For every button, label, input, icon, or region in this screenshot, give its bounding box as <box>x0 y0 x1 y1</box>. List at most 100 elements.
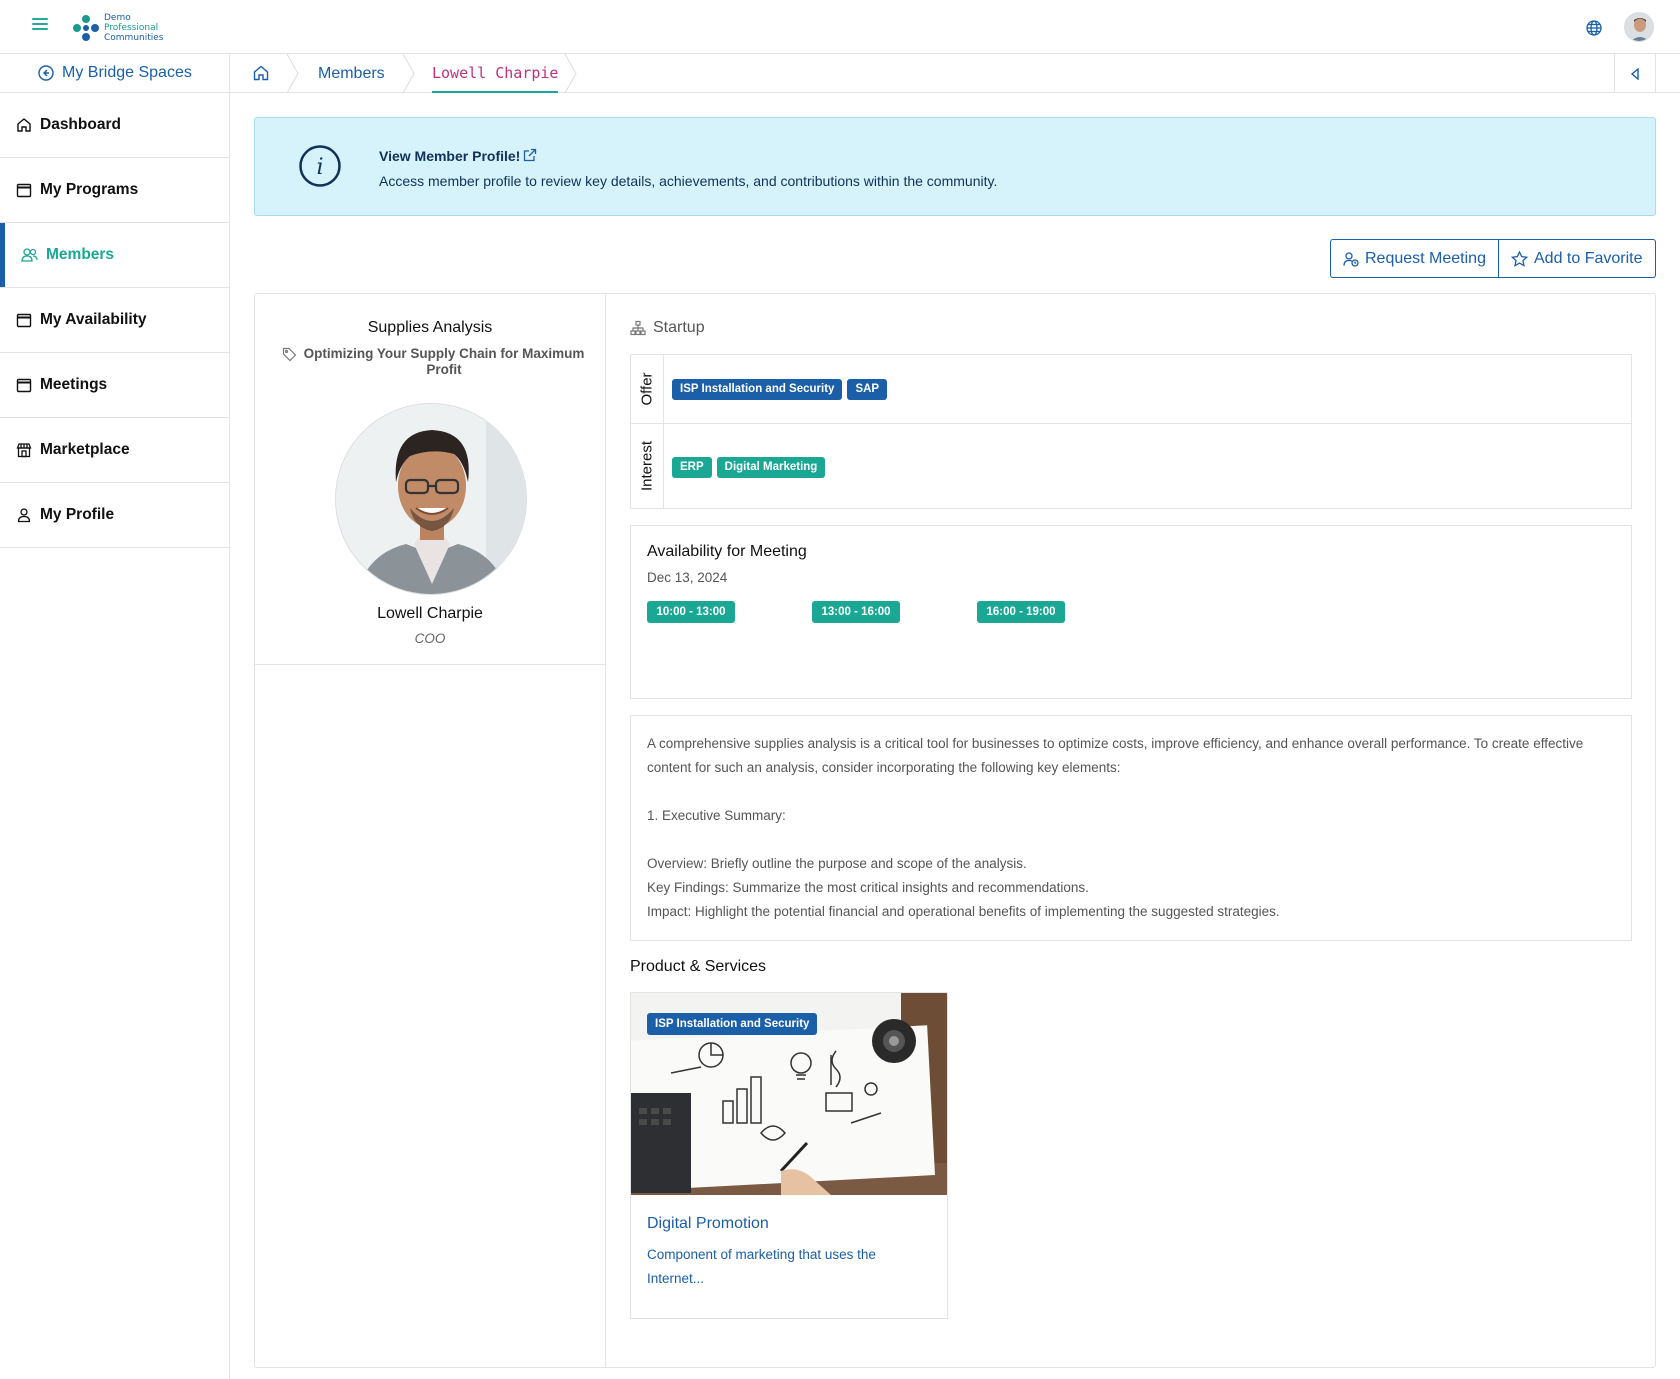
interest-label: Interest <box>631 424 664 508</box>
tag-icon <box>282 347 297 362</box>
calendar-icon <box>16 183 32 198</box>
logo-line: Professional <box>104 23 159 33</box>
users-icon <box>21 248 38 262</box>
calendar-icon <box>16 378 32 393</box>
logo-line: Demo <box>104 13 131 23</box>
sidebar-item-meetings[interactable]: Meetings <box>0 353 229 418</box>
sidebar-item-label: Members <box>46 246 115 263</box>
interest-chips: ERP Digital Marketing <box>672 457 826 478</box>
menu-icon[interactable] <box>32 18 48 36</box>
description-paragraph: 1. Executive Summary: <box>647 808 786 823</box>
calendar-icon <box>16 313 32 328</box>
user-icon <box>17 508 31 523</box>
caret-left-icon <box>1630 67 1639 80</box>
sidebar-item-my-profile[interactable]: My Profile <box>0 483 229 548</box>
availability-panel: Availability for Meeting Dec 13, 2024 10… <box>630 525 1632 699</box>
store-icon <box>16 443 32 458</box>
product-description: Component of marketing that uses the Int… <box>647 1247 876 1286</box>
products-services-title: Product & Services <box>630 958 767 975</box>
product-image: ISP Installation and Security <box>631 993 947 1195</box>
sidebar-item-label: My Programs <box>40 181 139 198</box>
company-name: Supplies Analysis <box>367 319 493 336</box>
sidebar-item-my-programs[interactable]: My Programs <box>0 158 229 223</box>
breadcrumb-members[interactable]: Members <box>318 54 385 93</box>
sidebar: My Bridge Spaces Dashboard My Programs M… <box>0 54 230 1379</box>
member-name: Lowell Charpie <box>377 605 483 622</box>
logo-mark <box>73 15 99 41</box>
arrow-left-circle-icon <box>38 65 54 81</box>
offer-label: Offer <box>631 355 664 423</box>
globe-icon[interactable] <box>1585 19 1603 37</box>
chevron-right-icon <box>402 54 415 93</box>
availability-title: Availability for Meeting <box>647 543 807 560</box>
offer-chip: SAP <box>847 379 888 400</box>
banner-title: View Member Profile! <box>379 148 521 164</box>
description-paragraph: Overview: Briefly outline the purpose an… <box>647 856 1027 871</box>
org-chart-icon <box>630 320 646 336</box>
sidebar-item-marketplace[interactable]: Marketplace <box>0 418 229 483</box>
info-icon: i <box>299 145 341 187</box>
description-paragraph: Key Findings: Summarize the most critica… <box>647 880 1089 895</box>
sidebar-item-label: My Profile <box>40 506 115 523</box>
offer-label-text: Offer <box>638 372 656 406</box>
logo[interactable]: Demo Professional Communities <box>70 12 164 46</box>
interest-chip: Digital Marketing <box>716 457 826 478</box>
banner-text: Access member profile to review key deta… <box>379 173 998 189</box>
profile-summary: Supplies Analysis Optimizing Your Supply… <box>255 294 605 665</box>
collapse-panel-button[interactable] <box>1614 54 1656 93</box>
my-bridge-spaces-label: My Bridge Spaces <box>62 64 192 81</box>
request-meeting-button[interactable]: Request Meeting <box>1330 239 1499 278</box>
user-avatar[interactable] <box>1624 12 1654 42</box>
sidebar-item-dashboard[interactable]: Dashboard <box>0 93 229 158</box>
member-profile-card: Supplies Analysis Optimizing Your Supply… <box>254 293 1656 1368</box>
sidebar-item-label: My Availability <box>40 311 147 328</box>
breadcrumb: Members Lowell Charpie <box>230 54 1680 93</box>
chevron-right-icon <box>286 54 299 93</box>
interest-chip: ERP <box>672 457 712 478</box>
time-slot[interactable]: 13:00 - 16:00 <box>812 601 900 623</box>
interest-row: Interest ERP Digital Marketing <box>631 424 1631 508</box>
sidebar-item-my-availability[interactable]: My Availability <box>0 288 229 353</box>
chevron-right-icon <box>564 54 577 93</box>
svg-text:i: i <box>316 155 323 180</box>
sidebar-item-label: Dashboard <box>40 116 121 133</box>
offer-row: Offer ISP Installation and Security SAP <box>631 355 1631 424</box>
description-paragraph: Impact: Highlight the potential financia… <box>647 904 1280 919</box>
offer-chip: ISP Installation and Security <box>672 379 843 400</box>
availability-date: Dec 13, 2024 <box>647 570 728 585</box>
profile-summary-column: Supplies Analysis Optimizing Your Supply… <box>255 294 606 1367</box>
product-name[interactable]: Digital Promotion <box>647 1215 769 1233</box>
info-banner: i View Member Profile! Access member pro… <box>254 117 1656 216</box>
offer-chips: ISP Installation and Security SAP <box>672 379 888 400</box>
member-description: A comprehensive supplies analysis is a c… <box>630 715 1632 941</box>
breadcrumb-current: Lowell Charpie <box>432 54 559 93</box>
member-role: COO <box>414 631 446 646</box>
top-bar: Demo Professional Communities <box>0 0 1680 54</box>
logo-text: Demo Professional Communities <box>104 13 164 43</box>
logo-line: Communities <box>104 33 164 43</box>
product-card[interactable]: ISP Installation and Security Digital Pr… <box>630 992 948 1319</box>
product-tag: ISP Installation and Security <box>647 1013 818 1035</box>
external-link-icon[interactable] <box>523 148 537 162</box>
offer-interest-table: Offer ISP Installation and Security SAP … <box>630 354 1632 509</box>
star-icon <box>1511 250 1528 267</box>
sidebar-item-label: Meetings <box>40 376 108 393</box>
user-clock-icon <box>1343 251 1359 267</box>
member-category: Startup <box>630 319 705 337</box>
time-slot[interactable]: 10:00 - 13:00 <box>647 601 735 623</box>
profile-actions: Request Meeting Add to Favorite <box>1330 239 1656 278</box>
sidebar-item-members[interactable]: Members <box>0 223 229 288</box>
member-photo <box>335 403 527 595</box>
sidebar-item-label: Marketplace <box>40 441 130 458</box>
add-to-favorite-button[interactable]: Add to Favorite <box>1499 239 1656 278</box>
request-meeting-label: Request Meeting <box>1365 249 1486 267</box>
company-tagline: Optimizing Your Supply Chain for Maximum… <box>303 346 585 377</box>
category-label: Startup <box>653 319 705 336</box>
description-paragraph: A comprehensive supplies analysis is a c… <box>647 736 1584 775</box>
home-icon[interactable] <box>252 64 270 82</box>
my-bridge-spaces-link[interactable]: My Bridge Spaces <box>0 54 229 93</box>
interest-label-text: Interest <box>638 440 656 492</box>
add-to-favorite-label: Add to Favorite <box>1534 249 1643 267</box>
home-icon <box>17 118 31 132</box>
time-slot[interactable]: 16:00 - 19:00 <box>977 601 1065 623</box>
